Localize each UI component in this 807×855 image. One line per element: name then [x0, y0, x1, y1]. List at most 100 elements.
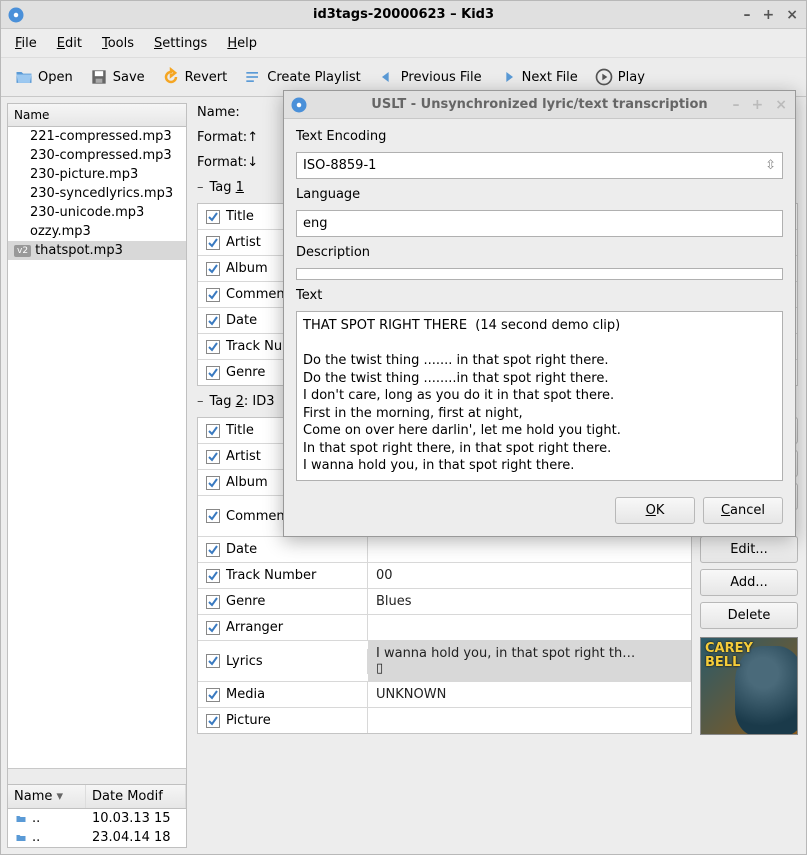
- app-icon: [290, 96, 308, 114]
- file-column-header[interactable]: Name: [8, 104, 186, 127]
- checkbox[interactable]: [206, 543, 220, 557]
- format-up-label: Format:↑: [197, 130, 267, 145]
- play-icon: [594, 67, 614, 87]
- minimize-icon[interactable]: –: [742, 7, 753, 23]
- name-label: Name:: [197, 105, 267, 120]
- previous-file-button[interactable]: Previous File: [370, 62, 489, 92]
- file-item[interactable]: 230-picture.mp3: [8, 165, 186, 184]
- dir-list: Name ▾ Date Modif ..10.03.13 15..23.04.1…: [8, 784, 186, 847]
- checkbox[interactable]: [206, 714, 220, 728]
- field-label: Title: [226, 423, 254, 438]
- checkbox[interactable]: [206, 509, 220, 523]
- encoding-select[interactable]: ISO-8859-1⇳: [296, 152, 783, 179]
- v2-badge: v2: [14, 245, 31, 257]
- field-value[interactable]: [368, 623, 691, 633]
- text-label: Text: [296, 288, 783, 303]
- dialog-titlebar: USLT - Unsynchronized lyric/text transcr…: [284, 91, 795, 119]
- field-value[interactable]: 00: [368, 563, 691, 588]
- file-item-selected[interactable]: v2thatspot.mp3: [8, 241, 186, 260]
- file-pane: Name 221-compressed.mp3230-compressed.mp…: [7, 103, 187, 848]
- field-value[interactable]: [368, 545, 691, 555]
- add-button[interactable]: Add...: [700, 569, 798, 596]
- description-input[interactable]: [296, 268, 783, 280]
- checkbox[interactable]: [206, 366, 220, 380]
- text-textarea[interactable]: THAT SPOT RIGHT THERE (14 second demo cl…: [296, 311, 783, 481]
- close-icon[interactable]: ×: [784, 7, 800, 23]
- tag2-row: Picture: [198, 708, 691, 733]
- tag2-row: Arranger: [198, 615, 691, 641]
- checkbox[interactable]: [206, 621, 220, 635]
- field-label: Genre: [226, 365, 265, 380]
- album-cover[interactable]: CAREYBELL: [700, 637, 798, 735]
- checkbox[interactable]: [206, 210, 220, 224]
- folder-icon: [14, 813, 28, 825]
- dir-row[interactable]: ..23.04.14 18: [8, 828, 186, 847]
- file-item[interactable]: 230-unicode.mp3: [8, 203, 186, 222]
- dialog-maximize-icon[interactable]: +: [750, 97, 766, 113]
- tag2-row: Date: [198, 537, 691, 563]
- revert-icon: [161, 67, 181, 87]
- field-value[interactable]: I wanna hold you, in that spot right th……: [368, 641, 691, 681]
- main-titlebar: id3tags-20000623 – Kid3 – + ×: [1, 1, 806, 29]
- window-title: id3tags-20000623 – Kid3: [313, 7, 494, 22]
- create-playlist-button[interactable]: Create Playlist: [236, 62, 368, 92]
- field-label: Comment: [226, 509, 290, 524]
- checkbox[interactable]: [206, 262, 220, 276]
- cancel-button[interactable]: Cancel: [703, 497, 783, 524]
- checkbox[interactable]: [206, 654, 220, 668]
- language-input[interactable]: eng: [296, 210, 783, 237]
- field-label: Genre: [226, 594, 265, 609]
- menu-tools[interactable]: Tools: [94, 32, 142, 55]
- folder-icon: [14, 832, 28, 844]
- revert-button[interactable]: Revert: [154, 62, 235, 92]
- tag2-row: Genre Blues: [198, 589, 691, 615]
- menu-file[interactable]: File: [7, 32, 45, 55]
- dialog-title: USLT - Unsynchronized lyric/text transcr…: [371, 97, 707, 112]
- playlist-icon: [243, 67, 263, 87]
- file-item[interactable]: 230-compressed.mp3: [8, 146, 186, 165]
- checkbox[interactable]: [206, 424, 220, 438]
- menubar: File Edit Tools Settings Help: [1, 29, 806, 57]
- checkbox[interactable]: [206, 314, 220, 328]
- open-button[interactable]: Open: [7, 62, 80, 92]
- play-button[interactable]: Play: [587, 62, 652, 92]
- save-icon: [89, 67, 109, 87]
- field-label: Date: [226, 313, 257, 328]
- checkbox[interactable]: [206, 450, 220, 464]
- hscroll[interactable]: [8, 768, 186, 784]
- dialog-close-icon[interactable]: ×: [773, 97, 789, 113]
- checkbox[interactable]: [206, 340, 220, 354]
- field-label: Arranger: [226, 620, 283, 635]
- edit-button[interactable]: Edit...: [700, 536, 798, 563]
- next-file-button[interactable]: Next File: [491, 62, 585, 92]
- field-label: Album: [226, 261, 268, 276]
- col-name[interactable]: Name ▾: [8, 785, 86, 808]
- col-date[interactable]: Date Modif: [86, 785, 186, 808]
- delete-button[interactable]: Delete: [700, 602, 798, 629]
- dir-row[interactable]: ..10.03.13 15: [8, 809, 186, 828]
- field-label: Comment: [226, 287, 290, 302]
- menu-settings[interactable]: Settings: [146, 32, 215, 55]
- menu-help[interactable]: Help: [219, 32, 265, 55]
- checkbox[interactable]: [206, 476, 220, 490]
- field-label: Artist: [226, 235, 261, 250]
- file-list[interactable]: 221-compressed.mp3230-compressed.mp3230-…: [8, 127, 186, 768]
- prev-icon: [377, 67, 397, 87]
- checkbox[interactable]: [206, 595, 220, 609]
- field-value[interactable]: UNKNOWN: [368, 682, 691, 707]
- dialog-minimize-icon[interactable]: –: [731, 97, 742, 113]
- menu-edit[interactable]: Edit: [49, 32, 90, 55]
- checkbox[interactable]: [206, 236, 220, 250]
- save-button[interactable]: Save: [82, 62, 152, 92]
- file-item[interactable]: 221-compressed.mp3: [8, 127, 186, 146]
- field-label: Date: [226, 542, 257, 557]
- field-value[interactable]: Blues: [368, 589, 691, 614]
- ok-button[interactable]: OK: [615, 497, 695, 524]
- file-item[interactable]: 230-syncedlyrics.mp3: [8, 184, 186, 203]
- checkbox[interactable]: [206, 569, 220, 583]
- field-value[interactable]: [368, 716, 691, 726]
- checkbox[interactable]: [206, 288, 220, 302]
- checkbox[interactable]: [206, 688, 220, 702]
- maximize-icon[interactable]: +: [761, 7, 777, 23]
- file-item[interactable]: ozzy.mp3: [8, 222, 186, 241]
